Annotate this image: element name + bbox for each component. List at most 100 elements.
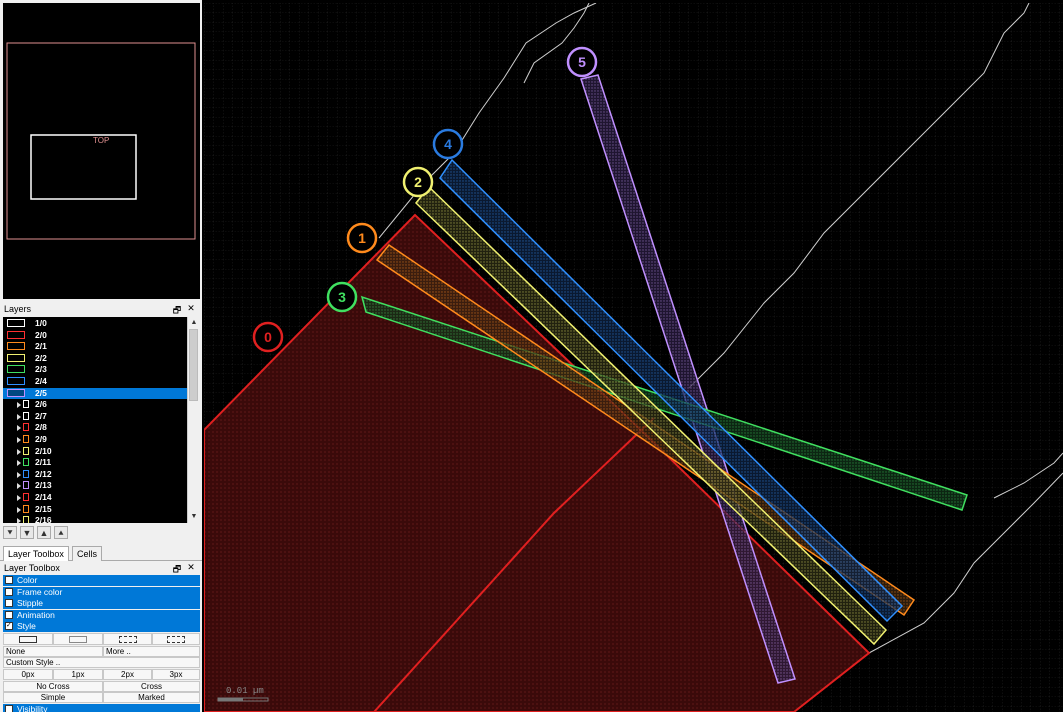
marker-0-label: 0	[264, 329, 272, 345]
section-checkbox[interactable]	[5, 610, 13, 619]
section-visibility[interactable]: Visibility	[3, 704, 200, 712]
expand-arrow-icon[interactable]	[17, 437, 21, 443]
layer-row[interactable]: 2/5	[3, 387, 188, 400]
layer-row[interactable]: 2/1	[3, 341, 188, 353]
toolbox-close-icon[interactable]: ✕	[186, 562, 196, 573]
layer-row[interactable]: 2/16	[3, 515, 188, 523]
expand-arrow-icon[interactable]	[17, 425, 21, 432]
more-button[interactable]: More ..	[103, 646, 200, 657]
layer-name: 2/7	[35, 410, 47, 421]
layer-swatch	[23, 469, 29, 478]
layer-swatch	[23, 493, 29, 501]
cross-button[interactable]: Cross	[103, 681, 200, 692]
layer-swatch	[23, 481, 29, 490]
section-label: Frame color	[17, 586, 63, 597]
layer-row[interactable]: 2/0	[3, 330, 188, 342]
section-animation[interactable]: Animation	[3, 609, 200, 621]
expand-arrow-icon[interactable]	[17, 506, 21, 513]
layer-row[interactable]: 2/10	[3, 446, 188, 458]
left-panel: TOP Layers 🗗 ✕ 1/0 2/0 2/1 2/2 2/3 2/4 2/5 2/6 2…	[0, 0, 202, 712]
move-bottom-button[interactable]: ⯆	[3, 526, 17, 539]
custom-style-row: Custom Style ..	[3, 657, 200, 668]
layer-row[interactable]: 2/9	[3, 434, 188, 446]
tab-cells[interactable]: Cells	[72, 546, 103, 561]
tab-layer-toolbox[interactable]: Layer Toolbox	[3, 546, 69, 561]
expand-arrow-icon[interactable]	[17, 460, 21, 467]
section-checkbox[interactable]	[5, 599, 13, 608]
section-checkbox[interactable]	[5, 576, 13, 584]
scroll-up-icon[interactable]: ▲	[189, 318, 199, 328]
layer-row[interactable]: 2/7	[3, 411, 188, 423]
scroll-down-icon[interactable]: ▼	[189, 512, 199, 522]
layer-list[interactable]: 1/0 2/0 2/1 2/2 2/3 2/4 2/5 2/6 2/7 2/8 2/9 2/10 2/1…	[3, 317, 188, 523]
navigator-drawing: TOP	[6, 42, 196, 240]
marker-1-label: 1	[358, 230, 366, 246]
width-1px-button[interactable]: 1px	[53, 669, 103, 680]
layer-row[interactable]: 2/3	[3, 364, 188, 376]
layer-row[interactable]: 2/15	[3, 504, 188, 516]
navigator-view[interactable]: TOP	[3, 3, 200, 299]
marker-3-label: 3	[338, 289, 346, 305]
expand-arrow-icon[interactable]	[17, 448, 21, 455]
layer-toolbox-title: Layer Toolbox	[4, 563, 60, 573]
layer-name: 2/10	[35, 445, 52, 456]
visibility-checkbox[interactable]	[5, 705, 13, 712]
layer-swatch	[7, 377, 25, 385]
line-style-thin[interactable]	[53, 633, 103, 645]
line-style-solid[interactable]	[3, 633, 53, 645]
section-checkbox[interactable]: ✓	[5, 622, 13, 631]
marker-4-label: 4	[444, 136, 452, 152]
line-style-dashed-2[interactable]	[152, 633, 200, 645]
marked-button[interactable]: Marked	[103, 692, 200, 703]
layer-swatch	[23, 423, 29, 432]
layer-row[interactable]: 2/6	[3, 399, 188, 411]
no-cross-button[interactable]: No Cross	[3, 681, 103, 692]
custom-style-button[interactable]: Custom Style ..	[3, 657, 200, 668]
marker-5: 5	[566, 46, 598, 78]
width-3px-button[interactable]: 3px	[152, 669, 200, 680]
close-icon[interactable]: ✕	[186, 303, 196, 314]
layer-name: 2/1	[35, 341, 47, 352]
marker-2-label: 2	[414, 174, 422, 190]
expand-arrow-icon[interactable]	[17, 471, 21, 478]
layer-row[interactable]: 2/8	[3, 422, 188, 434]
layout-canvas[interactable]: 0 1 2 3 4 5 0.01 µm	[204, 3, 1063, 712]
layer-swatch	[23, 504, 29, 513]
move-up-button[interactable]: ▲	[37, 526, 51, 539]
layer-row[interactable]: 2/12	[3, 469, 188, 481]
layer-row[interactable]: 2/2	[3, 353, 188, 365]
layer-row[interactable]: 1/0	[3, 318, 188, 330]
expand-arrow-icon[interactable]	[17, 518, 21, 523]
none-button[interactable]: None	[3, 646, 103, 657]
move-top-button[interactable]: ⯅	[54, 526, 68, 539]
layer-swatch	[23, 516, 29, 523]
expand-arrow-icon[interactable]	[17, 413, 21, 420]
simple-button[interactable]: Simple	[3, 692, 103, 703]
layers-panel-title: Layers	[4, 304, 32, 314]
line-style-dashed[interactable]	[103, 633, 152, 645]
layer-row[interactable]: 2/13	[3, 480, 188, 492]
navigator-cell-label: TOP	[93, 136, 109, 145]
width-2px-button[interactable]: 2px	[103, 669, 152, 680]
layer-swatch	[7, 319, 25, 327]
section-checkbox[interactable]	[5, 587, 13, 596]
width-0px-button[interactable]: 0px	[3, 669, 53, 680]
section-stipple[interactable]: Stipple	[3, 598, 200, 610]
layer-name: 2/2	[35, 352, 47, 363]
scale-bar-fill	[218, 698, 243, 701]
move-down-button[interactable]: ▼	[20, 526, 34, 539]
expand-arrow-icon[interactable]	[17, 483, 21, 490]
section-color[interactable]: Color	[3, 575, 200, 586]
scroll-thumb[interactable]	[189, 329, 198, 401]
marker-4: 4	[432, 128, 464, 160]
layer-row[interactable]: 2/11	[3, 457, 188, 469]
navigator-viewport[interactable]	[30, 134, 137, 200]
expand-arrow-icon[interactable]	[17, 495, 21, 501]
layer-row[interactable]: 2/4	[3, 376, 188, 388]
visibility-label: Visibility	[17, 704, 48, 712]
expand-arrow-icon[interactable]	[17, 402, 21, 409]
section-style[interactable]: ✓ Style	[3, 621, 200, 633]
section-frame-color[interactable]: Frame color	[3, 586, 200, 598]
layer-row[interactable]: 2/14	[3, 492, 188, 504]
layer-list-scrollbar[interactable]: ▲ ▼	[187, 317, 199, 523]
